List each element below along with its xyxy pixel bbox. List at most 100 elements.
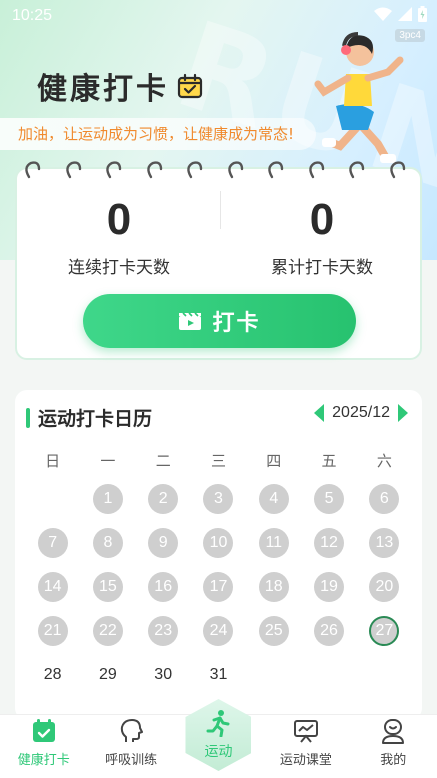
calendar-day-cell: 25 bbox=[246, 616, 301, 646]
prev-month-icon[interactable] bbox=[314, 404, 325, 422]
weekday-label: 一 bbox=[100, 452, 116, 470]
calendar-day[interactable]: 16 bbox=[148, 572, 179, 602]
calendar-day[interactable]: 17 bbox=[203, 572, 234, 602]
calendar-day[interactable]: 29 bbox=[93, 660, 123, 690]
total-days-stat: 0 累计打卡天数 bbox=[222, 195, 422, 278]
month-navigator: 2025/12 bbox=[314, 404, 408, 422]
weekday-label: 六 bbox=[376, 452, 392, 470]
calendar-day[interactable]: 12 bbox=[314, 528, 345, 558]
calendar-day[interactable]: 30 bbox=[148, 660, 178, 690]
nav-item-breathing[interactable]: 呼吸训练 bbox=[87, 715, 174, 778]
total-days-value: 0 bbox=[309, 195, 335, 244]
nav-label-breathing: 呼吸训练 bbox=[105, 753, 158, 768]
weekday-header-row: 日一二三四五六 bbox=[25, 450, 412, 471]
calendar-check-icon bbox=[31, 716, 57, 746]
calendar-day[interactable]: 5 bbox=[314, 484, 345, 514]
calendar-title: 运动打卡日历 bbox=[38, 408, 153, 430]
weekday-label: 四 bbox=[266, 452, 282, 470]
nav-label-profile: 我的 bbox=[380, 753, 407, 768]
calendar-day-cell: 23 bbox=[136, 616, 191, 646]
calendar-day-cell: 10 bbox=[191, 528, 246, 558]
user-face-icon bbox=[380, 716, 406, 746]
nav-item-exercise[interactable]: 运动 bbox=[175, 699, 262, 778]
calendar-day-cell: 28 bbox=[25, 660, 80, 690]
calendar-day[interactable]: 9 bbox=[148, 528, 179, 558]
calendar-day[interactable]: 31 bbox=[203, 660, 233, 690]
calendar-day[interactable]: 13 bbox=[369, 528, 400, 558]
calendar-day-cell: 2 bbox=[136, 484, 191, 514]
month-label: 2025/12 bbox=[332, 404, 390, 421]
total-days-label: 累计打卡天数 bbox=[271, 258, 373, 278]
calendar-day-cell: 8 bbox=[80, 528, 135, 558]
calendar-day[interactable]: 8 bbox=[92, 528, 123, 558]
calendar-day-cell: 17 bbox=[191, 572, 246, 602]
calendar-day-cell: 26 bbox=[301, 616, 356, 646]
nav-label-exercise: 运动 bbox=[204, 744, 233, 760]
checkin-button-label: 打卡 bbox=[212, 311, 261, 336]
status-icons bbox=[374, 6, 427, 22]
head-profile-icon bbox=[118, 716, 144, 746]
calendar-day[interactable]: 24 bbox=[203, 616, 234, 646]
checkin-button[interactable]: 打卡 bbox=[83, 294, 356, 348]
nav-item-health-checkin[interactable]: 健康打卡 bbox=[0, 715, 87, 778]
binder-rings-icon bbox=[25, 161, 406, 179]
calendar-day[interactable]: 28 bbox=[38, 660, 68, 690]
nav-label-sports-class: 运动课堂 bbox=[279, 753, 332, 768]
stats-divider bbox=[220, 191, 221, 229]
calendar-day-cell: 1 bbox=[80, 484, 135, 514]
calendar-day-cell: 4 bbox=[246, 484, 301, 514]
calendar-accent-bar bbox=[26, 407, 30, 428]
running-icon bbox=[206, 710, 230, 737]
calendar-day-cell: 16 bbox=[136, 572, 191, 602]
calendar-days-grid: 1 2 3 4 5 6 7 8 9 10 11 12 13 14 15 16 17 18 19 20 21 22 23 24 2… bbox=[25, 484, 412, 690]
calendar-day[interactable]: 18 bbox=[258, 572, 289, 602]
stats-card: 0 连续打卡天数 0 累计打卡天数 打卡 bbox=[15, 161, 422, 360]
nav-item-profile[interactable]: 我的 bbox=[350, 715, 437, 778]
battery-icon bbox=[418, 6, 427, 22]
calendar-day[interactable]: 22 bbox=[92, 616, 123, 646]
calendar-day-cell: 11 bbox=[246, 528, 301, 558]
calendar-day[interactable]: 7 bbox=[37, 528, 68, 558]
calendar-day[interactable]: 1 bbox=[92, 484, 123, 514]
calendar-day[interactable]: 14 bbox=[37, 572, 68, 602]
calendar-day-cell: 14 bbox=[25, 572, 80, 602]
calendar-day[interactable]: 19 bbox=[314, 572, 345, 602]
calendar-day[interactable]: 23 bbox=[148, 616, 179, 646]
calendar-day[interactable]: 3 bbox=[203, 484, 234, 514]
bottom-navigation: 健康打卡 呼吸训练 运动 运动课堂 我的 bbox=[0, 699, 437, 778]
consecutive-days-value: 0 bbox=[106, 195, 132, 244]
calendar-day-cell: 18 bbox=[246, 572, 301, 602]
weekday-label: 五 bbox=[321, 452, 337, 470]
presentation-board-icon bbox=[293, 716, 319, 746]
status-time: 10:25 bbox=[12, 7, 53, 24]
calendar-day[interactable]: 10 bbox=[203, 528, 234, 558]
calendar-day-cell: 6 bbox=[357, 484, 412, 514]
calendar-day-cell: 7 bbox=[25, 528, 80, 558]
calendar-day[interactable]: 21 bbox=[37, 616, 68, 646]
calendar-day-cell: 29 bbox=[80, 660, 135, 690]
calendar-day-cell: 19 bbox=[301, 572, 356, 602]
calendar-day[interactable]: 25 bbox=[258, 616, 289, 646]
calendar-check-icon bbox=[177, 73, 203, 99]
calendar-day-today[interactable]: 27 bbox=[369, 616, 400, 646]
page-title-text: 健康打卡 bbox=[37, 72, 169, 107]
nav-item-sports-class[interactable]: 运动课堂 bbox=[262, 715, 349, 778]
calendar-day[interactable]: 11 bbox=[258, 528, 289, 558]
calendar-header: 运动打卡日历 bbox=[26, 404, 152, 431]
calendar-day-cell: 12 bbox=[301, 528, 356, 558]
calendar-day[interactable]: 4 bbox=[258, 484, 289, 514]
motto-banner: 加油，让运动成为习惯，让健康成为常态! bbox=[0, 118, 316, 150]
calendar-day[interactable]: 15 bbox=[92, 572, 123, 602]
calendar-day[interactable]: 26 bbox=[314, 616, 345, 646]
page-title: 健康打卡 bbox=[37, 64, 203, 108]
calendar-day[interactable]: 2 bbox=[148, 484, 179, 514]
next-month-icon[interactable] bbox=[398, 404, 408, 422]
calendar-day[interactable]: 6 bbox=[369, 484, 400, 514]
calendar-day-cell: 13 bbox=[357, 528, 412, 558]
calendar-day-cell bbox=[25, 484, 80, 514]
weekday-label: 日 bbox=[45, 452, 61, 470]
calendar-day-cell: 20 bbox=[357, 572, 412, 602]
nav-label-health-checkin: 健康打卡 bbox=[17, 753, 70, 768]
video-clapper-icon bbox=[179, 312, 202, 330]
calendar-day[interactable]: 20 bbox=[369, 572, 400, 602]
